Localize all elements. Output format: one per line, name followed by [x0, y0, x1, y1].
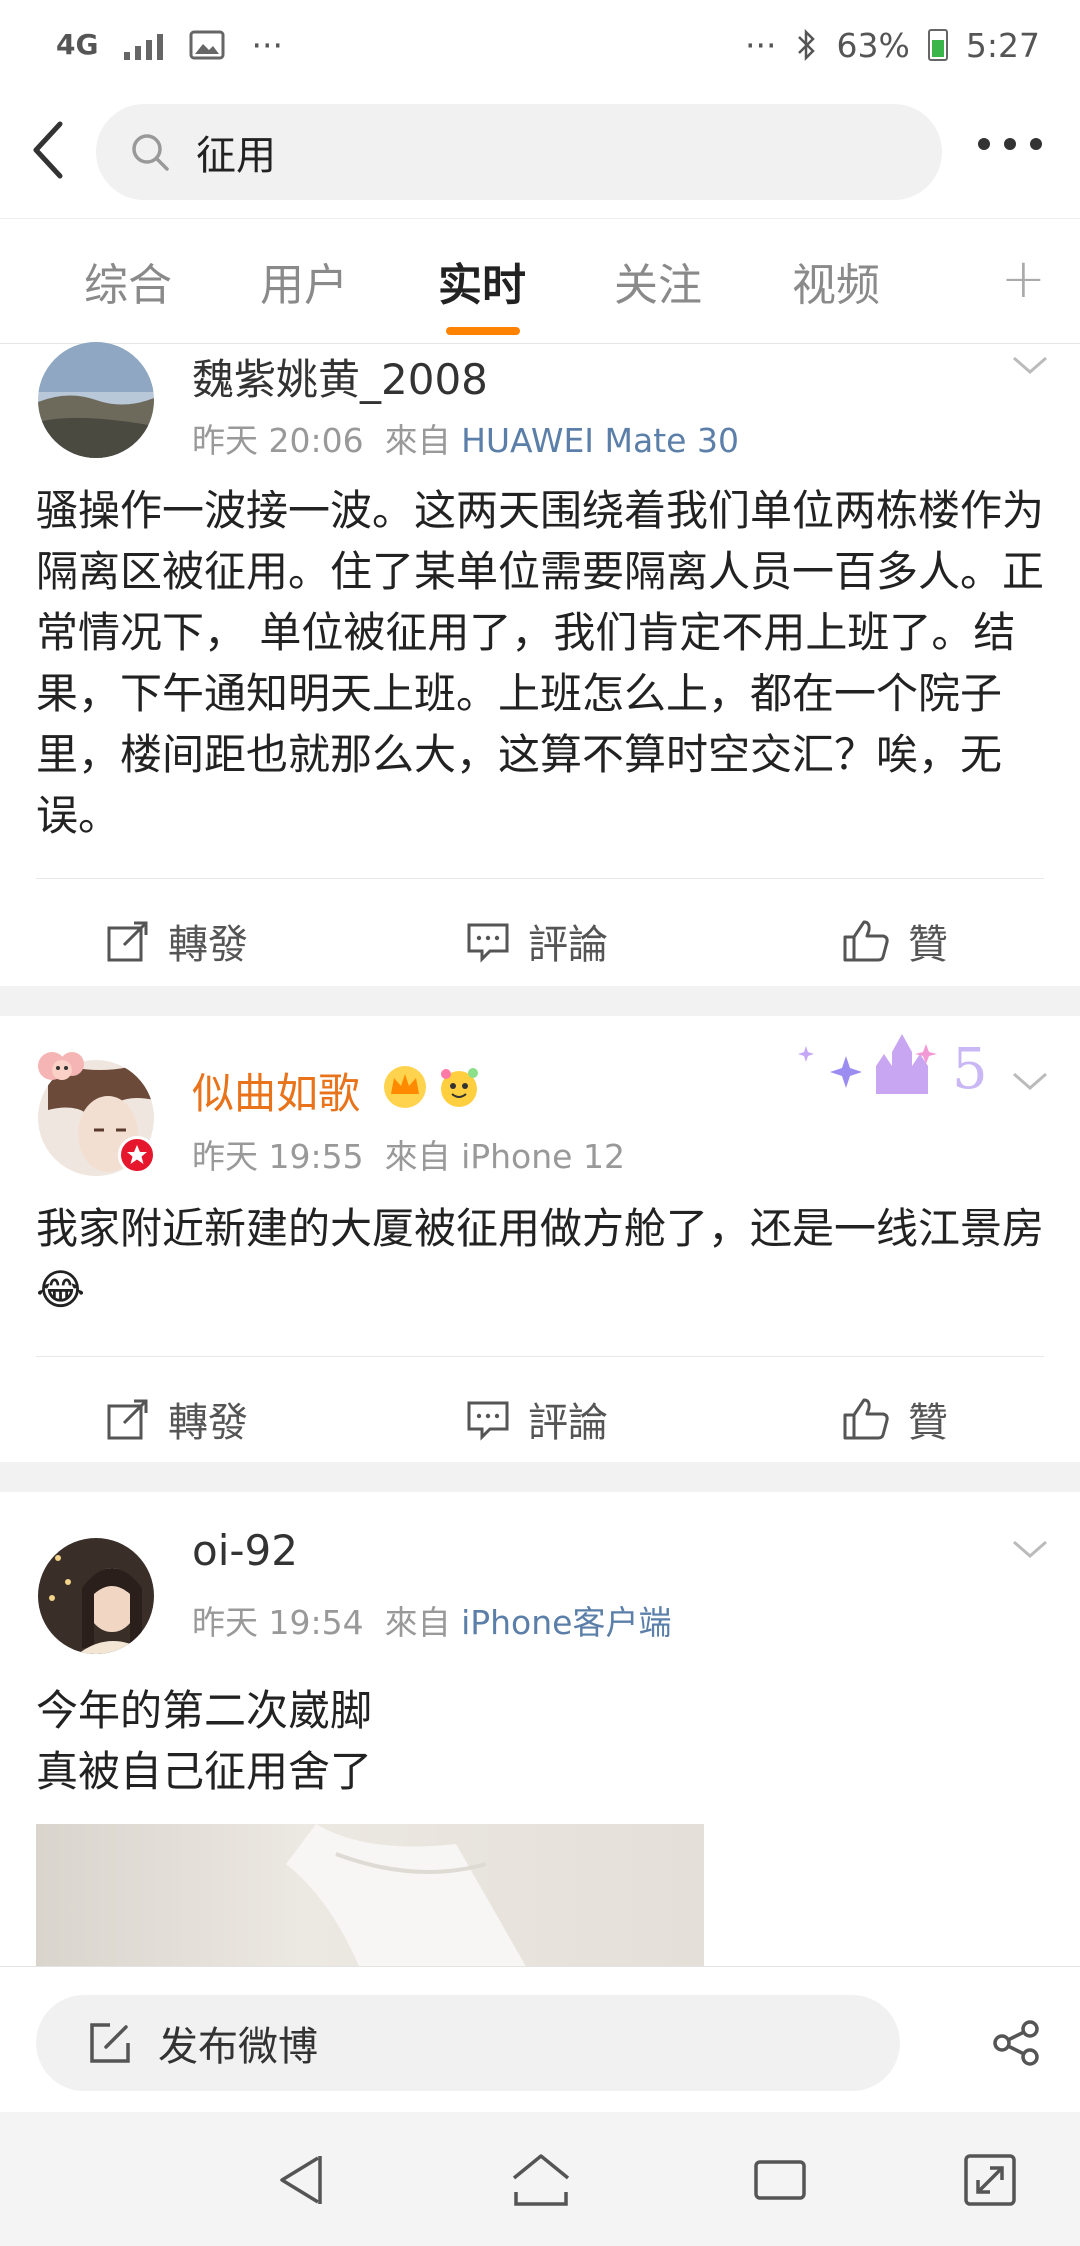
nav-recents-icon[interactable] [752, 2152, 808, 2208]
status-dots: ··· [745, 25, 777, 65]
post-actions: 轉發 評論 贊 [0, 1358, 1080, 1468]
feed-separator [0, 1462, 1080, 1492]
post-username[interactable]: oi-92 [192, 1526, 298, 1575]
chevron-down-icon[interactable] [1010, 1534, 1050, 1564]
post-time: 昨天 20:06 [192, 421, 364, 460]
compose-bar: 发布微博 [0, 1966, 1080, 2112]
chevron-down-icon[interactable] [1010, 1066, 1050, 1096]
post-text-line: 今年的第二次崴脚 [36, 1686, 373, 1735]
add-tab-icon[interactable]: + [1001, 247, 1046, 310]
comment-label: 評論 [528, 922, 608, 968]
search-query: 征用 [196, 133, 276, 179]
source-prefix: 來自 [384, 1137, 451, 1176]
castle-decoration-icon: 5 [798, 1034, 988, 1102]
post-time: 昨天 19:55 [192, 1137, 364, 1176]
crown-icon [384, 1066, 426, 1108]
signal-icon [124, 30, 164, 60]
svg-text:5: 5 [952, 1037, 988, 1102]
post-username[interactable]: 似曲如歌 [192, 1060, 360, 1121]
more-options-icon[interactable] [978, 138, 1042, 150]
compose-button[interactable]: 发布微博 [36, 1995, 900, 2091]
post-card[interactable]: oi-92 昨天 19:54 來自 iPhone客户端 今年的第二次崴脚 真被自… [0, 1492, 1080, 1966]
post-text: 今年的第二次崴脚 真被自己征用舍了 [36, 1680, 1046, 1802]
like-button[interactable]: 贊 [842, 912, 948, 970]
search-input[interactable]: 征用 [96, 104, 942, 200]
avatar[interactable] [38, 1538, 154, 1654]
source-prefix: 來自 [384, 421, 451, 460]
comment-label: 評論 [528, 1400, 608, 1446]
more-notifications: ··· [251, 25, 283, 65]
back-arrow-icon[interactable] [28, 120, 68, 180]
post-meta: 昨天 19:55 來自 iPhone 12 [192, 1130, 625, 1178]
tab-following[interactable]: 关注 [614, 249, 702, 313]
repost-button[interactable]: 轉發 [106, 912, 248, 970]
repost-label: 轉發 [168, 922, 248, 968]
like-label: 贊 [908, 922, 948, 968]
post-meta: 昨天 19:54 來自 iPhone客户端 [192, 1596, 671, 1644]
post-text-line: 真被自己征用舍了 [36, 1747, 373, 1796]
post-image[interactable] [36, 1824, 704, 1966]
post-username[interactable]: 魏紫姚黄_2008 [192, 346, 488, 407]
divider [36, 1356, 1044, 1357]
active-tab-indicator [446, 327, 520, 335]
post-text: 骚操作一波接一波。这两天围绕着我们单位两栋楼作为隔离区被征用。住了某单位需要隔离… [36, 486, 1045, 840]
repost-icon [107, 921, 148, 962]
compose-label: 发布微博 [158, 2024, 318, 2070]
tab-video[interactable]: 视频 [792, 249, 880, 313]
nav-expand-icon[interactable] [962, 2152, 1018, 2208]
avatar[interactable] [38, 342, 154, 458]
tab-comprehensive[interactable]: 综合 [84, 249, 172, 313]
like-button[interactable]: 贊 [842, 1390, 948, 1448]
emoji-badge-icon [441, 1068, 478, 1107]
chevron-down-icon[interactable] [1010, 350, 1050, 380]
post-card[interactable]: 魏紫姚黄_2008 昨天 20:06 來自 HUAWEI Mate 30 骚操作… [0, 342, 1080, 984]
comment-button[interactable]: 評論 [466, 912, 608, 970]
battery-percent: 63% [836, 25, 910, 65]
source-prefix: 來自 [384, 1603, 451, 1642]
clock: 5:27 [965, 25, 1040, 65]
post-card[interactable]: 似曲如歌 5 昨天 19:55 來自 iPhone 12 我家附近新建的大厦被征… [0, 1016, 1080, 1462]
search-header: 征用 [0, 90, 1080, 218]
share-icon[interactable] [990, 2019, 1042, 2067]
status-bar: 4G ··· ··· 63% 5:27 [0, 0, 1080, 90]
thumbs-up-icon [843, 1398, 889, 1440]
avatar-decoration-icon [38, 1052, 84, 1080]
system-nav-bar [0, 2112, 1080, 2246]
bluetooth-icon [797, 28, 815, 62]
comment-icon [467, 1401, 509, 1441]
feed-separator [0, 986, 1080, 1016]
comment-icon [467, 923, 509, 963]
verified-badge [118, 1136, 156, 1174]
post-time: 昨天 19:54 [192, 1603, 364, 1642]
battery-icon [927, 29, 948, 61]
nav-home-icon[interactable] [510, 2152, 572, 2208]
image-icon [189, 30, 225, 60]
nav-back-icon[interactable] [274, 2152, 326, 2208]
divider [36, 878, 1044, 879]
post-meta: 昨天 20:06 來自 HUAWEI Mate 30 [192, 414, 739, 462]
post-actions: 轉發 評論 贊 [0, 880, 1080, 990]
search-icon [132, 134, 169, 171]
thumbs-up-icon [843, 920, 889, 962]
post-text: 我家附近新建的大厦被征用做方舱了，还是一线江景房😂 [36, 1204, 1045, 1314]
post-source[interactable]: HUAWEI Mate 30 [461, 421, 739, 460]
repost-icon [107, 1399, 148, 1440]
network-type: 4G [56, 28, 99, 61]
like-label: 贊 [908, 1400, 948, 1446]
post-source[interactable]: iPhone客户端 [461, 1603, 671, 1642]
comment-button[interactable]: 評論 [466, 1390, 608, 1448]
repost-label: 轉發 [168, 1400, 248, 1446]
post-source[interactable]: iPhone 12 [461, 1137, 625, 1176]
edit-icon [90, 2023, 130, 2063]
tab-users[interactable]: 用户 [260, 249, 348, 313]
tab-bar: 综合 用户 实时 关注 视频 + [0, 218, 1080, 344]
tab-realtime[interactable]: 实时 [438, 249, 526, 313]
repost-button[interactable]: 轉發 [106, 1390, 248, 1448]
